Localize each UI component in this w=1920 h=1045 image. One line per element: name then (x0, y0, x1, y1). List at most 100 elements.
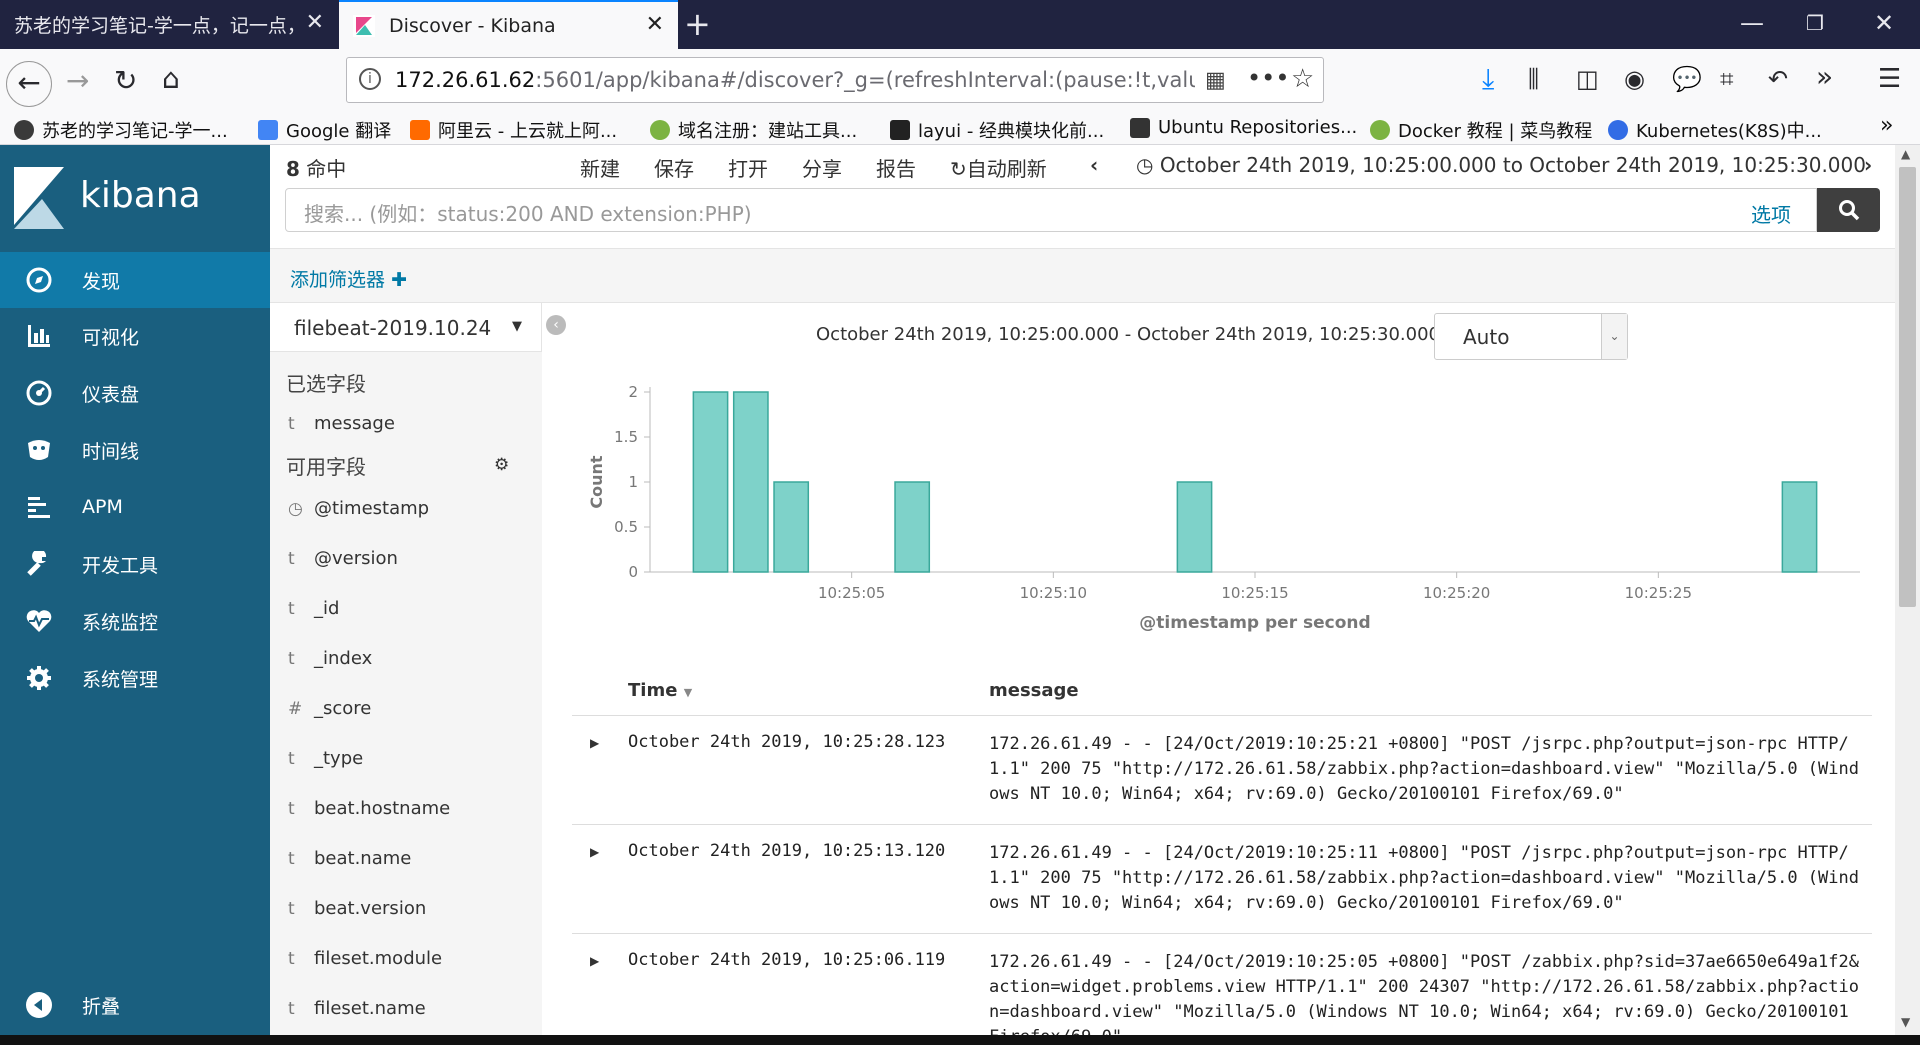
home-icon[interactable]: ⌂ (162, 64, 180, 94)
interval-value: Auto (1463, 325, 1510, 349)
bookmark-item[interactable]: layui - 经典模块化前... (890, 117, 1104, 143)
expand-row-icon[interactable]: ▶ (590, 736, 599, 750)
nav-management[interactable]: 系统管理 (0, 650, 270, 706)
nav-dev-tools[interactable]: 开发工具 (0, 536, 270, 592)
time-picker[interactable]: ◷ October 24th 2019, 10:25:00.000 to Oct… (1136, 153, 1866, 177)
dashboard-icon (24, 378, 54, 408)
search-options-button[interactable]: 选项 (1751, 199, 1791, 228)
bookmark-star-icon[interactable]: ☆ (1291, 64, 1314, 94)
search-button[interactable] (1817, 188, 1880, 232)
share-button[interactable]: 分享 (802, 153, 842, 182)
table-row[interactable]: ▶ October 24th 2019, 10:25:28.123 172.26… (572, 716, 1872, 825)
page-actions-icon[interactable]: ••• (1247, 64, 1289, 92)
field-item[interactable]: t _type (288, 748, 363, 769)
minimize-icon[interactable]: — (1740, 8, 1764, 38)
field-item[interactable]: t beat.name (288, 848, 411, 869)
info-icon[interactable]: i (359, 68, 381, 90)
row-time: October 24th 2019, 10:25:06.119 (628, 950, 946, 970)
browser-tab-kibana[interactable]: Discover - Kibana ✕ (339, 0, 678, 49)
restore-icon[interactable]: ❐ (1806, 8, 1824, 38)
screenshot-icon[interactable]: ⌗ (1720, 64, 1734, 94)
qr-code-icon[interactable]: ▦ (1205, 68, 1226, 93)
bookmark-item[interactable]: 阿里云 - 上云就上阿... (410, 117, 617, 143)
kibana-logo[interactable]: kibana (0, 145, 270, 252)
report-button[interactable]: 报告 (876, 153, 916, 182)
field-item[interactable]: ◷ @timestamp (288, 498, 429, 519)
page-scrollbar[interactable]: ▲ ▼ (1895, 145, 1920, 1035)
nav-visualize[interactable]: 可视化 (0, 308, 270, 364)
field-item[interactable]: t _id (288, 598, 339, 619)
index-pattern-select[interactable]: filebeat-2019.10.24 ▼ (270, 303, 542, 352)
nav-collapse[interactable]: 折叠 (0, 977, 270, 1033)
bookmark-item[interactable]: Ubuntu Repositories... (1130, 117, 1357, 138)
bookmark-item[interactable]: Google 翻译 (258, 117, 391, 143)
close-tab-icon[interactable]: ✕ (646, 14, 664, 36)
tab-title: 苏老的学习笔记-学一点，记一点， (14, 15, 306, 37)
x-tick-label: 10:25:20 (1423, 584, 1490, 602)
time-prev-icon[interactable]: ‹ (1090, 153, 1098, 177)
expand-row-icon[interactable]: ▶ (590, 954, 599, 968)
field-item[interactable]: t beat.version (288, 898, 426, 919)
bookmark-item[interactable]: 域名注册：建站工具... (650, 117, 857, 143)
interval-select[interactable]: Auto ⌄ (1434, 313, 1628, 360)
sidebar-toggle-icon[interactable]: ◫ (1576, 64, 1599, 94)
field-settings-gear-icon[interactable]: ⚙ (494, 455, 509, 475)
new-tab-icon[interactable]: + (684, 6, 711, 42)
collapse-sidebar-icon[interactable]: ‹ (546, 315, 566, 335)
window-close-icon[interactable]: ✕ (1874, 8, 1894, 38)
table-row[interactable]: ▶ October 24th 2019, 10:25:13.120 172.26… (572, 825, 1872, 934)
bookmarks-overflow-icon[interactable]: » (1880, 113, 1893, 138)
os-taskbar (0, 1035, 1920, 1045)
nav-discover[interactable]: 发现 (0, 252, 270, 308)
add-filter-button[interactable]: 添加筛选器 ✚ (290, 265, 407, 292)
scroll-down-icon[interactable]: ▼ (1901, 1015, 1910, 1029)
field-item[interactable]: t fileset.name (288, 998, 426, 1019)
library-icon[interactable]: ⫼ (1528, 64, 1539, 94)
close-tab-icon[interactable]: ✕ (306, 12, 324, 34)
overflow-icon[interactable]: » (1816, 62, 1833, 92)
back-icon[interactable]: ← (6, 61, 52, 107)
bookmark-item[interactable]: Kubernetes(K8S)中... (1608, 117, 1822, 143)
field-item[interactable]: t fileset.module (288, 948, 442, 969)
x-tick-label: 10:25:10 (1020, 584, 1087, 602)
chat-icon[interactable]: 💬 (1672, 64, 1702, 94)
menu-icon[interactable]: ☰ (1878, 64, 1901, 94)
field-item[interactable]: t @version (288, 548, 398, 569)
nav-timelion[interactable]: 时间线 (0, 422, 270, 478)
field-item[interactable]: t _index (288, 648, 372, 669)
search-input[interactable]: 搜索... (例如：status:200 AND extension:PHP) … (285, 188, 1817, 232)
table-row[interactable]: ▶ October 24th 2019, 10:25:06.119 172.26… (572, 934, 1872, 1035)
undo-icon[interactable]: ↶ (1768, 64, 1788, 94)
forward-icon[interactable]: → (66, 66, 89, 96)
nav-label: 仪表盘 (82, 383, 140, 406)
string-type-icon: t (288, 414, 295, 434)
scrollbar-thumb[interactable] (1899, 167, 1916, 607)
reload-icon[interactable]: ↻ (114, 66, 137, 96)
apm-icon (24, 492, 54, 522)
time-column-header[interactable]: Time ▼ (628, 680, 692, 701)
new-button[interactable]: 新建 (580, 153, 620, 182)
nav-monitoring[interactable]: 系统监控 (0, 593, 270, 649)
scroll-up-icon[interactable]: ▲ (1901, 147, 1910, 161)
open-button[interactable]: 打开 (728, 153, 768, 182)
bookmark-item[interactable]: Docker 教程 | 菜鸟教程 (1370, 117, 1592, 143)
save-button[interactable]: 保存 (654, 153, 694, 182)
y-tick-label: 0 (628, 563, 638, 581)
time-next-icon[interactable]: › (1864, 153, 1872, 177)
account-icon[interactable]: ◉ (1624, 64, 1645, 94)
auto-refresh-button[interactable]: ↻自动刷新 (950, 153, 1047, 182)
field-item[interactable]: t message (288, 413, 395, 434)
expand-row-icon[interactable]: ▶ (590, 845, 599, 859)
url-text[interactable]: 172.26.61.62:5601/app/kibana#/discover?_… (395, 68, 1195, 92)
nav-apm[interactable]: APM (0, 479, 270, 535)
nav-dashboard[interactable]: 仪表盘 (0, 365, 270, 421)
field-item[interactable]: # _score (288, 698, 371, 719)
url-bar[interactable]: i 172.26.61.62:5601/app/kibana#/discover… (346, 57, 1324, 103)
message-column-header[interactable]: message (989, 680, 1079, 701)
download-icon[interactable]: ⤓ (1482, 64, 1494, 94)
collapse-arrow-icon (24, 990, 54, 1020)
string-type-icon: t (288, 899, 295, 919)
bookmark-item[interactable]: 苏老的学习笔记-学一... (14, 117, 228, 143)
field-item[interactable]: t beat.hostname (288, 798, 450, 819)
browser-tab-blog[interactable]: 苏老的学习笔记-学一点，记一点， ✕ (0, 0, 338, 49)
